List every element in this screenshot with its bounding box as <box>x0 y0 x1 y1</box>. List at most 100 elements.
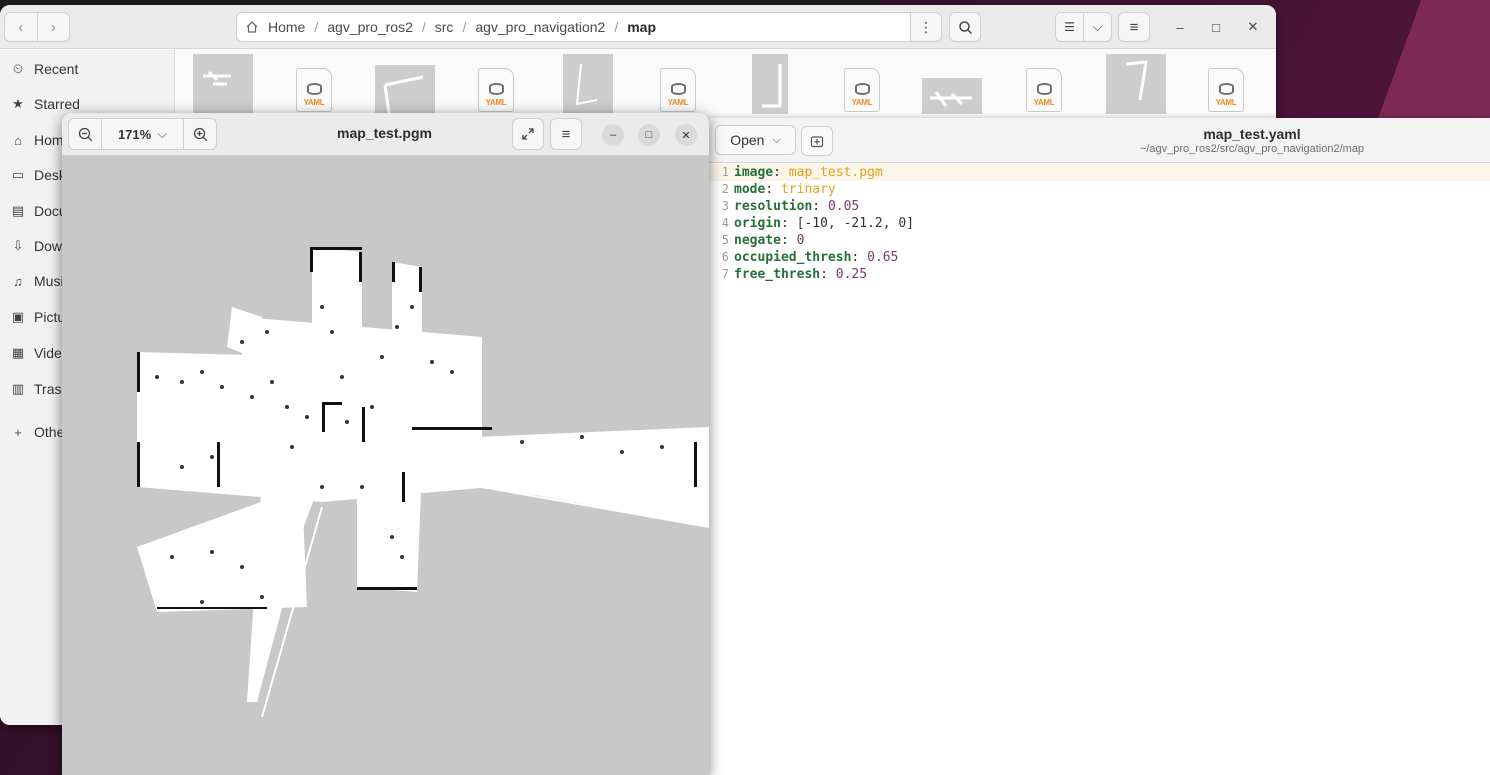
map-preview-icon <box>930 91 972 107</box>
new-tab-button[interactable] <box>801 126 833 156</box>
image-viewer-headerbar: 171% ⌵ map_test.pgm ≡ – □ ✕ <box>62 113 709 156</box>
code-line: 6 occupied_thresh: 0.65 <box>709 249 1490 266</box>
desktop-icon: ▭ <box>11 167 25 182</box>
back-button[interactable]: ‹ <box>5 13 37 41</box>
zoom-level-dropdown[interactable]: 171% ⌵ <box>101 119 184 149</box>
file-thumbnail[interactable] <box>375 65 435 115</box>
map-preview-icon <box>203 70 231 86</box>
fullscreen-button[interactable] <box>512 118 544 150</box>
list-view-icon[interactable]: ☰ <box>1056 13 1083 41</box>
sidebar-item-label: Recent <box>34 61 79 77</box>
breadcrumb-agv-pro-navigation2[interactable]: agv_pro_navigation2 <box>471 19 609 35</box>
yaml-file-icon[interactable]: YAML <box>660 68 696 112</box>
file-thumbnail[interactable] <box>193 54 253 114</box>
fullscreen-icon <box>522 128 534 140</box>
sidebar-item-trasl[interactable]: ▥ Trasl <box>10 377 65 401</box>
desktop-accent-stripe <box>1350 0 1490 130</box>
yaml-value: 0.65 <box>867 250 899 265</box>
code-line: 7 free_thresh: 0.25 <box>709 266 1490 283</box>
main-menu-button[interactable]: ≡ <box>1118 12 1150 42</box>
line-number: 5 <box>721 233 729 247</box>
new-document-icon <box>810 136 824 148</box>
zoom-out-icon <box>78 127 92 141</box>
file-manager-headerbar: ‹ › Home / agv_pro_ros2 / src / agv_pro_… <box>0 5 1276 49</box>
sidebar-item-label: Othe <box>34 424 65 440</box>
sidebar-item-othe[interactable]: + Othe <box>10 420 64 444</box>
clock-icon: ⏲ <box>12 61 24 76</box>
text-editor-headerbar: Open ⌵ map_test.yaml ~/agv_pro_ros2/src/… <box>709 118 1490 163</box>
navigation-buttons: ‹ › <box>4 12 70 42</box>
code-line: 3 resolution: 0.05 <box>709 198 1490 215</box>
breadcrumb-agv-pro-ros2[interactable]: agv_pro_ros2 <box>323 19 417 35</box>
map-preview-icon <box>575 63 598 106</box>
close-button[interactable]: ✕ <box>1243 17 1263 37</box>
document-title: map_test.yaml <box>1203 126 1301 142</box>
file-thumbnail[interactable] <box>1106 54 1166 114</box>
plus-icon: + <box>14 424 22 440</box>
code-editor[interactable]: 1 image: map_test.pgm 2 mode: trinary 3 resol… <box>709 164 1490 775</box>
view-options-chevron-icon[interactable]: ⌵ <box>1083 13 1111 41</box>
sidebar-item-dow[interactable]: ⇩ Dow <box>10 234 62 258</box>
yaml-value: [-10, -21.2, 0] <box>796 216 915 231</box>
zoom-controls: 171% ⌵ <box>68 118 217 150</box>
breadcrumb-map[interactable]: map <box>623 19 660 35</box>
code-line: 1 image: map_test.pgm <box>709 164 1490 181</box>
sidebar-item-desk[interactable]: ▭ Desk <box>10 163 66 187</box>
yaml-file-icon[interactable]: YAML <box>296 68 332 112</box>
file-thumbnail[interactable] <box>563 54 613 114</box>
video-icon: ▦ <box>11 345 25 360</box>
file-thumbnail[interactable] <box>922 78 982 114</box>
zoom-in-button[interactable] <box>184 119 216 149</box>
chevron-down-icon: ⌵ <box>772 133 781 146</box>
yaml-key: image <box>734 165 774 180</box>
sidebar-item-label: Pictu <box>34 309 66 325</box>
hamburger-menu-button[interactable]: ≡ <box>550 118 582 150</box>
sidebar-item-label: Starred <box>34 96 80 112</box>
breadcrumb-src[interactable]: src <box>431 19 458 35</box>
file-thumbnail[interactable] <box>752 54 788 114</box>
sidebar-item-pictu[interactable]: ▣ Pictu <box>10 305 65 329</box>
yaml-file-icon[interactable]: YAML <box>1208 68 1244 112</box>
path-menu-button[interactable]: ⋮ <box>910 12 942 42</box>
sidebar-item-hom[interactable]: ⌂ Hom <box>10 128 64 152</box>
download-icon: ⇩ <box>12 238 24 253</box>
yaml-key: free_thresh <box>734 267 821 282</box>
image-canvas[interactable] <box>62 157 709 775</box>
sidebar-item-musi[interactable]: ♫ Musi <box>10 269 63 293</box>
yaml-file-icon[interactable]: YAML <box>478 68 514 112</box>
yaml-file-icon[interactable]: YAML <box>1026 68 1062 112</box>
minimize-button[interactable]: – <box>1170 17 1190 37</box>
star-icon: ★ <box>12 96 24 111</box>
line-number: 1 <box>721 165 729 179</box>
line-number: 6 <box>721 250 729 264</box>
home-icon <box>246 21 258 33</box>
yaml-key: resolution <box>734 199 813 214</box>
yaml-value: map_test.pgm <box>788 165 883 180</box>
yaml-key: origin <box>734 216 781 231</box>
search-button[interactable] <box>949 12 981 42</box>
sidebar-item-recent[interactable]: ⏲ Recent <box>10 57 78 81</box>
maximize-button[interactable]: □ <box>1206 17 1226 37</box>
breadcrumb-home[interactable]: Home <box>264 19 309 35</box>
yaml-key: negate <box>734 233 781 248</box>
code-line: 2 mode: trinary <box>709 181 1490 198</box>
minimize-button[interactable]: – <box>602 124 624 146</box>
yaml-value: 0.05 <box>827 199 860 214</box>
music-icon: ♫ <box>13 273 23 289</box>
line-number: 2 <box>721 182 729 196</box>
forward-button[interactable]: › <box>36 13 70 41</box>
open-button[interactable]: Open ⌵ <box>715 125 796 155</box>
yaml-value: 0.25 <box>835 267 868 282</box>
view-mode-buttons: ☰ ⌵ <box>1055 12 1112 42</box>
zoom-out-button[interactable] <box>69 119 101 149</box>
picture-icon: ▣ <box>11 309 25 324</box>
occupancy-map-image <box>62 157 709 775</box>
maximize-button[interactable]: □ <box>638 124 660 146</box>
sidebar-item-vide[interactable]: ▦ Vide <box>10 341 62 365</box>
path-bar[interactable]: Home / agv_pro_ros2 / src / agv_pro_navi… <box>236 12 911 42</box>
yaml-file-icon[interactable]: YAML <box>844 68 880 112</box>
zoom-level: 171% <box>117 126 152 142</box>
sidebar-item-docu[interactable]: ▤ Docu <box>10 199 67 223</box>
document-path: ~/agv_pro_ros2/src/agv_pro_navigation2/m… <box>1139 143 1365 155</box>
close-button[interactable]: ✕ <box>675 124 697 146</box>
